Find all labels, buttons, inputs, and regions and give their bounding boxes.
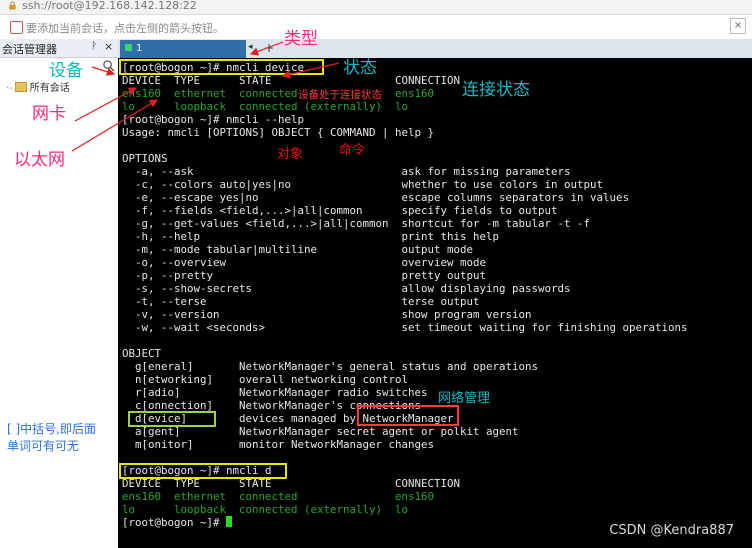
terminal-output: [root@bogon ~]# nmcli device DEVICE TYPE… — [122, 61, 688, 529]
terminal-line: -t, --terse terse output — [122, 295, 480, 308]
highlight-nmcli-device — [119, 59, 324, 75]
tab-strip: 1 192.168.142.128:22 ◂ + — [118, 39, 752, 72]
terminal-line: DEVICE TYPE STATE CONNECTION — [122, 74, 461, 87]
tab-session-1[interactable]: 1 192.168.142.128:22 — [120, 40, 246, 72]
terminal-line: OBJECT — [122, 347, 162, 360]
terminal-line: m[onitor] monitor NetworkManager changes — [122, 438, 435, 451]
terminal-line: -a, --ask ask for missing parameters — [122, 165, 571, 178]
connected-icon — [125, 44, 132, 51]
annotation-type: 类型 — [284, 29, 318, 49]
folder-icon — [14, 82, 27, 92]
annotation-object: 对象 — [277, 147, 304, 162]
session-panel-title: 会话管理器 — [2, 43, 57, 56]
terminal-line: -e, --escape yes|no escape columns separ… — [122, 191, 630, 204]
annotation-brackets-note: [ ]中括号,即后面 单词可有可无 — [7, 422, 96, 453]
tree-item-label: 所有会话 — [29, 83, 70, 94]
terminal-line: [root@bogon ~]# nmcli --help — [122, 113, 305, 126]
hint-text: 要添加当前会话，点击左侧的箭头按钮。 — [26, 22, 224, 35]
annotation-command: 命令 — [339, 143, 366, 158]
annotation-ethernet: 以太网 — [14, 150, 65, 170]
hint-bar: 要添加当前会话，点击左侧的箭头按钮。 × — [0, 15, 752, 39]
tree-item-all-sessions[interactable]: ·- 所有会话 — [6, 79, 70, 94]
highlight-device-object — [128, 411, 216, 427]
terminal-line: -h, --help print this help — [122, 230, 500, 243]
lock-icon — [9, 1, 16, 10]
terminal-line: r[adio] NetworkManager radio switches — [122, 386, 428, 399]
terminal-line: n[etworking] overall networking control — [122, 373, 409, 386]
terminal-line: -o, --overview overview mode — [122, 256, 487, 269]
terminal-line: Usage: nmcli [OPTIONS] OBJECT { COMMAND … — [122, 126, 435, 139]
annotation-device-connected: 设备处于连接状态 — [298, 89, 382, 101]
add-tab-button[interactable]: + — [264, 41, 274, 55]
terminal-line: -f, --fields <field,...>|all|common spec… — [122, 204, 558, 217]
highlight-networkmanager — [357, 405, 459, 426]
search-icon[interactable] — [102, 59, 115, 72]
terminal-line: -m, --mode tabular|multiline output mode — [122, 243, 474, 256]
terminal-line: -s, --show-secrets allow displaying pass… — [122, 282, 571, 295]
annotation-network-manager: 网络管理 — [438, 391, 491, 406]
hint-close-button[interactable]: × — [730, 18, 746, 34]
terminal-line: lo loopback connected (externally) lo — [122, 503, 409, 516]
annotation-nic: 网卡 — [32, 104, 66, 124]
address-text: ssh://root@192.168.142.128:22 — [22, 0, 197, 12]
terminal-line: -c, --colors auto|yes|no whether to use … — [122, 178, 604, 191]
tab-scroll-icon[interactable]: ◂ — [248, 42, 253, 52]
terminal-line: -v, --version show program version — [122, 308, 532, 321]
terminal-line: [root@bogon ~]# — [122, 516, 227, 529]
terminal-line: -p, --pretty pretty output — [122, 269, 487, 282]
panel-close-icon[interactable]: × — [104, 40, 113, 53]
pin-icon[interactable]: ᚹ — [91, 41, 97, 52]
address-bar[interactable]: ssh://root@192.168.142.128:22 — [0, 0, 752, 15]
session-panel — [0, 58, 118, 548]
terminal-line: OPTIONS — [122, 152, 168, 165]
annotation-status: 状态 — [343, 58, 377, 78]
terminal-line: ens160 ethernet connected ens160 — [122, 87, 435, 100]
terminal-line: g[eneral] NetworkManager's general statu… — [122, 360, 539, 373]
annotation-connection-status: 连接状态 — [462, 80, 530, 100]
highlight-nmcli-d — [119, 463, 287, 479]
terminal-cursor — [226, 516, 233, 527]
annotation-device: 设备 — [49, 61, 83, 81]
terminal-line: -w, --wait <seconds> set timeout waiting… — [122, 321, 688, 334]
info-icon — [10, 21, 23, 34]
terminal-line: -g, --get-values <field,...>|all|common … — [122, 217, 591, 230]
terminal-line: ens160 ethernet connected ens160 — [122, 490, 435, 503]
watermark: CSDN @Kendra887 — [609, 523, 734, 538]
